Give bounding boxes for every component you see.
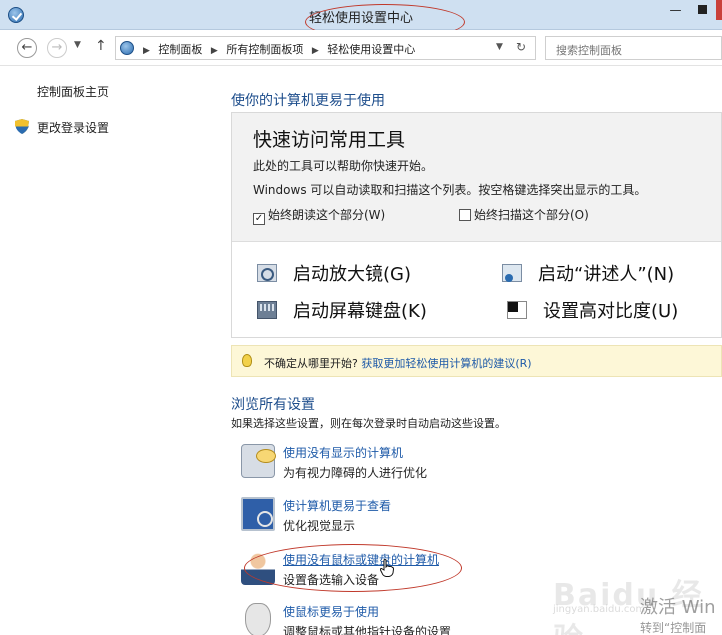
breadcrumb-item[interactable]: 控制面板 (158, 43, 202, 56)
sidebar-change-login-settings[interactable]: 更改登录设置 (37, 119, 109, 136)
activate-windows-title: 激活 Win (640, 597, 716, 618)
browse-settings-subtitle: 如果选择这些设置，则在每次登录时自动启动这些设置。 (231, 417, 506, 430)
mouse-icon (245, 603, 271, 635)
quick-access-instructions: Windows 可以自动读取和扫描这个列表。按空格键选择突出显示的工具。 (253, 183, 647, 197)
tip-prefix: 不确定从哪里开始? (264, 357, 358, 370)
forward-button[interactable]: → (47, 38, 67, 58)
speech-display-icon (241, 444, 276, 478)
item-description: 调整鼠标或其他指针设备的设置 (283, 625, 452, 635)
up-button[interactable]: ↑ (95, 38, 107, 54)
start-onscreen-keyboard-label: 启动屏幕键盘(K) (293, 301, 427, 322)
quick-access-header: 快速访问常用工具 此处的工具可以帮助你快速开始。 Windows 可以自动读取和… (232, 113, 721, 242)
back-button[interactable]: ← (17, 38, 37, 58)
narrator-icon (502, 264, 522, 282)
always-read-checkbox[interactable]: ✓ 始终朗读这个部分(W) (253, 206, 385, 225)
tip-text: 不确定从哪里开始? 获取更加轻松使用计算机的建议(R) (264, 355, 532, 371)
recent-pages-dropdown[interactable]: ▼ (74, 40, 81, 50)
page-title: 使你的计算机更易于使用 (231, 93, 385, 109)
start-narrator-label: 启动“讲述人”(N) (538, 264, 675, 285)
keyboard-icon (257, 301, 277, 319)
magnifier-icon (257, 264, 277, 282)
hand-cursor-icon (380, 559, 394, 577)
sidebar-control-panel-home[interactable]: 控制面板主页 (37, 83, 109, 100)
item-description: 优化视觉显示 (283, 519, 356, 533)
breadcrumb-separator-icon[interactable]: ▶ (211, 46, 218, 56)
link-annotation-circle (244, 544, 462, 592)
list-item: 使用没有显示的计算机 为有视力障碍的人进行优化 (231, 444, 711, 492)
make-easier-to-see-link[interactable]: 使计算机更易于查看 (283, 497, 391, 514)
checkbox-unchecked-icon[interactable] (459, 209, 471, 221)
high-contrast-icon (507, 301, 527, 319)
breadcrumb-separator-icon[interactable]: ▶ (312, 46, 319, 56)
address-bar[interactable]: ▶ 控制面板 ▶ 所有控制面板项 ▶ 轻松使用设置中心 ▼ ↻ (115, 36, 536, 60)
item-description: 为有视力障碍的人进行优化 (283, 466, 428, 480)
magnified-monitor-icon (241, 497, 275, 531)
recommendations-link[interactable]: 获取更加轻松使用计算机的建议(R) (361, 357, 531, 370)
search-input[interactable] (545, 36, 722, 60)
list-item: 使计算机更易于查看 优化视觉显示 (231, 497, 711, 545)
breadcrumb-item[interactable]: 所有控制面板项 (226, 43, 303, 56)
control-panel-icon (120, 41, 134, 55)
breadcrumb-separator-icon: ▶ (143, 46, 150, 56)
address-history-dropdown[interactable]: ▼ (496, 42, 503, 52)
breadcrumb: ▶ 控制面板 ▶ 所有控制面板项 ▶ 轻松使用设置中心 (138, 41, 415, 57)
checkbox-label: 始终扫描这个部分(O) (474, 208, 589, 222)
use-without-display-link[interactable]: 使用没有显示的计算机 (283, 444, 403, 461)
breadcrumb-item[interactable]: 轻松使用设置中心 (327, 43, 415, 56)
minimize-button[interactable]: — (662, 0, 689, 20)
maximize-icon (698, 5, 707, 14)
refresh-icon[interactable]: ↻ (516, 40, 526, 54)
close-button[interactable] (716, 0, 722, 20)
lightbulb-icon (242, 354, 252, 367)
maximize-button[interactable] (689, 0, 716, 20)
address-toolbar: ← → ▼ ↑ ▶ 控制面板 ▶ 所有控制面板项 ▶ 轻松使用设置中心 ▼ ↻ (0, 30, 722, 66)
uac-shield-icon (15, 119, 29, 134)
quick-access-description: 此处的工具可以帮助你快速开始。 (253, 159, 434, 173)
checkbox-label: 始终朗读这个部分(W) (268, 208, 386, 222)
start-magnifier-label: 启动放大镜(G) (293, 264, 411, 285)
activate-windows-subtitle: 转到“控制面 (640, 621, 707, 635)
checkbox-checked-icon[interactable]: ✓ (253, 213, 265, 225)
always-scan-checkbox[interactable]: 始终扫描这个部分(O) (459, 206, 589, 223)
quick-access-title: 快速访问常用工具 (253, 129, 406, 151)
make-mouse-easier-link[interactable]: 使鼠标更易于使用 (283, 603, 379, 620)
browse-settings-title: 浏览所有设置 (231, 397, 315, 413)
baidu-watermark-url: jingyan.baidu.com (553, 604, 646, 615)
quick-access-panel: 快速访问常用工具 此处的工具可以帮助你快速开始。 Windows 可以自动读取和… (231, 112, 722, 338)
set-high-contrast-label: 设置高对比度(U) (543, 301, 679, 322)
tip-bar: 不确定从哪里开始? 获取更加轻松使用计算机的建议(R) (231, 345, 722, 377)
